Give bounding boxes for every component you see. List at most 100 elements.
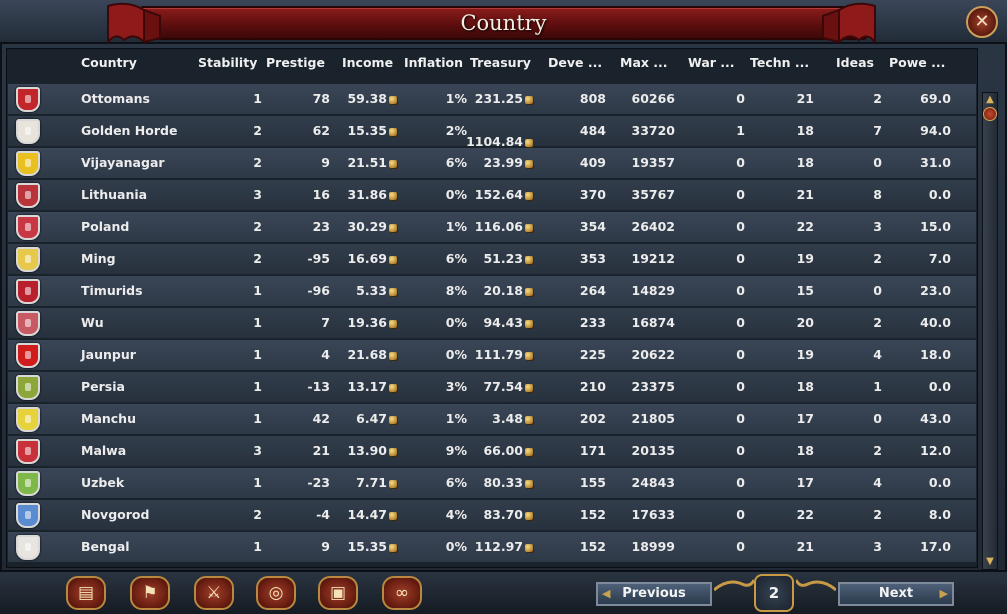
table-row[interactable]: Ming 2 -95 16.69 6% 51.23 353 19212 0 19 2 7.0 [8,244,976,274]
previous-button[interactable]: ◀ Previous [596,582,712,606]
cell-power: 94.0 [920,116,951,146]
column-header-country[interactable]: Country [81,55,137,77]
cell-prestige: -4 [316,500,330,530]
country-name[interactable]: Ming [81,244,116,274]
table-row[interactable]: Wu 1 7 19.36 0% 94.43 233 16874 0 20 2 40.0 [8,308,976,338]
prestige-value: -95 [307,251,330,266]
column-header-max[interactable]: Max ... [620,55,668,77]
country-flag-icon[interactable] [16,119,40,144]
country-name[interactable]: Novgorod [81,500,149,530]
country-name[interactable]: Poland [81,212,129,242]
table-row[interactable]: Novgorod 2 -4 14.47 4% 83.70 152 17633 0 22 2 8.0 [8,500,976,530]
cell-power: 69.0 [920,84,951,114]
country-flag-icon[interactable] [16,471,40,496]
scroll-up-arrow-icon[interactable]: ▲ [984,93,996,107]
country-name[interactable]: Bengal [81,532,130,562]
cell-inflation: 8% [446,276,467,306]
country-flag-icon[interactable] [16,151,40,176]
stability-value: 3 [253,443,262,458]
max-value: 14829 [631,283,676,298]
country-name[interactable]: Manchu [81,404,136,434]
cell-prestige: 78 [313,84,330,114]
country-flag-icon[interactable] [16,503,40,528]
country-name[interactable]: Lithuania [81,180,147,210]
cell-ideas: 0 [873,276,882,306]
column-header-ideas[interactable]: Ideas [836,55,874,77]
cell-ideas: 4 [873,468,882,498]
development-value: 370 [579,187,606,202]
country-name[interactable]: Uzbek [81,468,124,498]
column-header-prestige[interactable]: Prestige [266,55,325,77]
country-name[interactable]: Vijayanagar [81,148,165,178]
scroll-thumb[interactable] [983,107,997,121]
column-header-inflation[interactable]: Inflation [404,55,463,77]
cell-power: 23.0 [920,276,951,306]
cell-ideas: 2 [873,308,882,338]
country-flag-icon[interactable] [16,279,40,304]
table-row[interactable]: Bengal 1 9 15.35 0% 112.97 152 18999 0 21 3 17.0 [8,532,976,562]
prestige-value: -13 [307,379,330,394]
crate-icon[interactable]: ▣ [318,576,358,610]
country-flag-icon[interactable] [16,375,40,400]
cell-stability: 1 [253,468,262,498]
table-row[interactable]: Uzbek 1 -23 7.71 6% 80.33 155 24843 0 17 4 0.0 [8,468,976,498]
cell-inflation: 1% [446,404,467,434]
column-header-tech[interactable]: Techn ... [750,55,809,77]
country-name[interactable]: Ottomans [81,84,150,114]
country-flag-icon[interactable] [16,247,40,272]
vertical-scrollbar[interactable]: ▲ ▼ [982,92,998,570]
next-button[interactable]: Next ▶ [838,582,954,606]
country-flag-icon[interactable] [16,535,40,560]
cell-tech: 19 [797,244,814,274]
flag-icon[interactable]: ⚑ [130,576,170,610]
column-header-development[interactable]: Deve ... [548,55,602,77]
prestige-value: 78 [312,91,330,106]
country-name[interactable]: Golden Horde [81,116,177,146]
table-row[interactable]: Golden Horde 2 62 15.35 2% 1104.84 484 33720 1 18… [8,116,976,149]
country-flag-icon[interactable] [16,87,40,112]
crossed-swords-icon[interactable]: ⚔ [194,576,234,610]
table-row[interactable]: Poland 2 23 30.29 1% 116.06 354 26402 0 22 3 15.0 [8,212,976,242]
country-flag-icon[interactable] [16,407,40,432]
country-flag-icon[interactable] [16,183,40,208]
treasury-value: 83.70 [483,507,523,522]
country-name[interactable]: Malwa [81,436,126,466]
table-row[interactable]: Manchu 1 42 6.47 1% 3.48 202 21805 0 17 0 43.0 [8,404,976,434]
war-value: 0 [736,91,745,106]
table-row[interactable]: Malwa 3 21 13.90 9% 66.00 171 20135 0 18 2 12.0 [8,436,976,466]
ducats-coin-icon [389,320,397,328]
cell-stability: 2 [253,116,262,146]
country-flag-icon[interactable] [16,215,40,240]
income-value: 13.90 [347,443,387,458]
column-header-power[interactable]: Powe ... [889,55,945,77]
country-name[interactable]: Jaunpur [81,340,136,370]
stability-value: 1 [253,539,262,554]
table-row[interactable]: Lithuania 3 16 31.86 0% 152.64 370 35767 0 21 8 0.0 [8,180,976,210]
table-row[interactable]: Jaunpur 1 4 21.68 0% 111.79 225 20622 0 19 4 18.0 [8,340,976,370]
table-row[interactable]: Vijayanagar 2 9 21.51 6% 23.99 409 19357 0 18 0 31.… [8,148,976,178]
cell-tech: 19 [797,340,814,370]
column-header-income[interactable]: Income [342,55,393,77]
cell-prestige: 4 [321,340,330,370]
coins-icon[interactable]: ◎ [256,576,296,610]
close-icon[interactable]: ✕ [966,6,998,38]
war-value: 0 [736,347,745,362]
table-row[interactable]: Ottomans 1 78 59.38 1% 231.25 808 60266 0 21 2 69.0 [8,84,976,114]
country-flag-icon[interactable] [16,343,40,368]
table-row[interactable]: Persia 1 -13 13.17 3% 77.54 210 23375 0 18 1 0.0 [8,372,976,402]
ducats-coin-icon [525,160,533,168]
column-header-war[interactable]: War ... [688,55,735,77]
handshake-icon[interactable]: ∞ [382,576,422,610]
country-flag-icon[interactable] [16,439,40,464]
country-name[interactable]: Wu [81,308,104,338]
country-name[interactable]: Persia [81,372,125,402]
ledger-icon[interactable]: ▤ [66,576,106,610]
scroll-down-arrow-icon[interactable]: ▼ [984,555,996,569]
cell-tech: 17 [797,404,814,434]
column-header-stability[interactable]: Stability [198,55,257,77]
country-name[interactable]: Timurids [81,276,143,306]
column-header-treasury[interactable]: Treasury [470,55,531,77]
tech-value: 20 [796,315,814,330]
table-row[interactable]: Timurids 1 -96 5.33 8% 20.18 264 14829 0 15 0 23.0 [8,276,976,306]
country-flag-icon[interactable] [16,311,40,336]
